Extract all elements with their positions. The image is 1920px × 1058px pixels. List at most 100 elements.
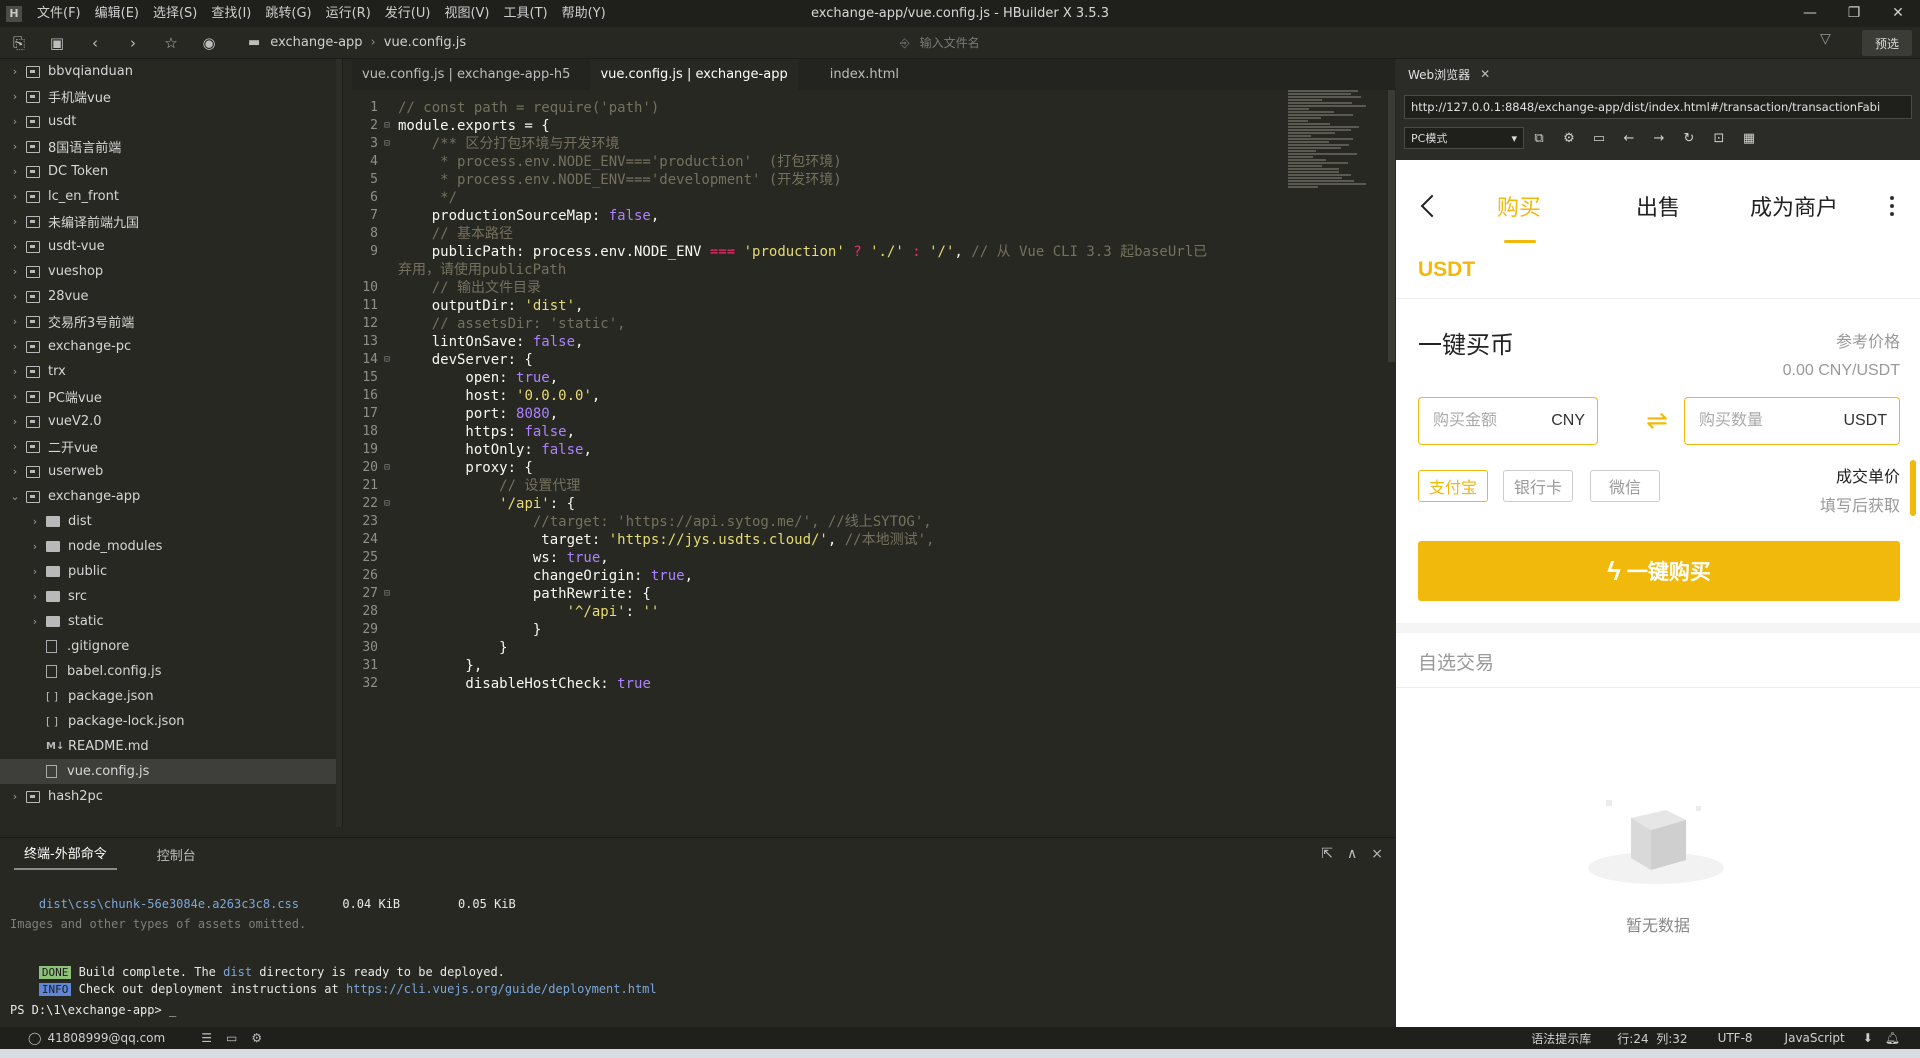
amount-input[interactable] bbox=[1433, 412, 1543, 430]
swap-icon[interactable]: ⇌ bbox=[1646, 405, 1668, 436]
sidebar-item[interactable]: [ ] package.json bbox=[0, 684, 342, 709]
run-icon[interactable]: ◉ bbox=[195, 29, 223, 57]
settings-icon[interactable]: ⚙ bbox=[251, 1031, 262, 1045]
sidebar-item[interactable]: › userweb bbox=[0, 459, 342, 484]
devtools-icon[interactable]: ▭ bbox=[1584, 131, 1614, 146]
menu-tools[interactable]: 工具(T) bbox=[497, 0, 555, 27]
sidebar-item[interactable]: › node_modules bbox=[0, 534, 342, 559]
tab-become-merchant[interactable]: 成为商户 bbox=[1750, 190, 1838, 222]
terminal-prompt[interactable]: PS D:\1\exchange-app> _ bbox=[10, 1003, 176, 1017]
fold-icon[interactable]: ⊟ bbox=[384, 457, 390, 479]
star-icon[interactable]: ☆ bbox=[157, 29, 185, 57]
back-arrow-icon[interactable]: ‹ bbox=[81, 29, 109, 57]
chevron-right-icon[interactable]: › bbox=[8, 315, 22, 328]
chevron-right-icon[interactable]: › bbox=[8, 115, 22, 128]
chevron-right-icon[interactable]: › bbox=[8, 65, 22, 78]
tab-console[interactable]: 控制台 bbox=[147, 845, 206, 870]
terminal-icon[interactable]: ▭ bbox=[226, 1031, 237, 1045]
sidebar-item[interactable]: › 8国语言前端 bbox=[0, 134, 342, 159]
menu-help[interactable]: 帮助(Y) bbox=[555, 0, 613, 27]
menu-find[interactable]: 查找(I) bbox=[204, 0, 258, 27]
preview-button[interactable]: 预选 bbox=[1862, 30, 1912, 56]
language-mode[interactable]: JavaScript bbox=[1785, 1031, 1845, 1045]
sidebar-item[interactable]: › 未编译前端九国 bbox=[0, 209, 342, 234]
chevron-right-icon[interactable]: › bbox=[28, 565, 42, 578]
sidebar-item[interactable]: › src bbox=[0, 584, 342, 609]
menu-edit[interactable]: 编辑(E) bbox=[88, 0, 146, 27]
sidebar-item[interactable]: › trx bbox=[0, 359, 342, 384]
chevron-right-icon[interactable]: › bbox=[8, 240, 22, 253]
menu-select[interactable]: 选择(S) bbox=[146, 0, 204, 27]
menu-run[interactable]: 运行(R) bbox=[319, 0, 378, 27]
filter-icon[interactable]: ▽ bbox=[1820, 31, 1831, 47]
chevron-right-icon[interactable]: › bbox=[28, 540, 42, 553]
pay-alipay-button[interactable]: 支付宝 bbox=[1418, 470, 1488, 502]
chevron-right-icon[interactable]: › bbox=[8, 190, 22, 203]
fold-icon[interactable]: ⊟ bbox=[384, 349, 390, 371]
more-vertical-icon[interactable] bbox=[1890, 196, 1894, 216]
bell-icon[interactable]: 🔔︎ bbox=[1885, 1031, 1900, 1045]
sidebar-item[interactable]: › 28vue bbox=[0, 284, 342, 309]
chevron-right-icon[interactable]: › bbox=[28, 590, 42, 603]
minimize-button[interactable]: — bbox=[1788, 0, 1832, 27]
menu-file[interactable]: 文件(F) bbox=[30, 0, 88, 27]
forward-icon[interactable]: → bbox=[1644, 131, 1674, 146]
sidebar-item[interactable]: › vueV2.0 bbox=[0, 409, 342, 434]
tab-buy[interactable]: 购买 bbox=[1497, 190, 1541, 222]
restore-button[interactable]: ❐ bbox=[1832, 0, 1876, 27]
chevron-right-icon[interactable]: › bbox=[8, 440, 22, 453]
sidebar-item[interactable]: .gitignore bbox=[0, 634, 342, 659]
chevron-right-icon[interactable]: › bbox=[28, 515, 42, 528]
sidebar-item[interactable]: › hash2pc bbox=[0, 784, 342, 809]
chevron-right-icon[interactable]: › bbox=[8, 415, 22, 428]
pay-bankcard-button[interactable]: 银行卡 bbox=[1503, 470, 1573, 502]
sidebar-item[interactable]: › vueshop bbox=[0, 259, 342, 284]
chevron-right-icon[interactable]: › bbox=[8, 365, 22, 378]
chevron-right-icon[interactable]: › bbox=[8, 140, 22, 153]
sidebar-item[interactable]: › exchange-pc bbox=[0, 334, 342, 359]
sidebar-item[interactable]: › PC端vue bbox=[0, 384, 342, 409]
tab-sell[interactable]: 出售 bbox=[1636, 190, 1680, 222]
cursor-position[interactable]: 行:24 列:32 bbox=[1617, 1030, 1687, 1047]
editor-scrollbar[interactable] bbox=[1388, 90, 1395, 362]
chevron-right-icon[interactable]: › bbox=[8, 790, 22, 803]
clear-terminal-icon[interactable]: ⨯ bbox=[1371, 846, 1383, 862]
sidebar-item[interactable]: › usdt bbox=[0, 109, 342, 134]
tab-vue-config-h5[interactable]: vue.config.js | exchange-app-h5 bbox=[352, 59, 580, 90]
fold-icon[interactable]: ⊟ bbox=[384, 493, 390, 515]
sidebar-item[interactable]: ⌄ exchange-app bbox=[0, 484, 342, 509]
sidebar-item[interactable]: › static bbox=[0, 609, 342, 634]
maximize-panel-icon[interactable]: ∧ bbox=[1347, 846, 1357, 862]
sidebar-item[interactable]: [ ] package-lock.json bbox=[0, 709, 342, 734]
sidebar-item[interactable]: babel.config.js bbox=[0, 659, 342, 684]
device-mode-select[interactable]: PC模式 ▾ bbox=[1404, 127, 1524, 149]
chevron-right-icon[interactable]: › bbox=[8, 390, 22, 403]
close-button[interactable]: ✕ bbox=[1876, 0, 1920, 27]
save-icon[interactable]: ▣ bbox=[43, 29, 71, 57]
menu-view[interactable]: 视图(V) bbox=[437, 0, 496, 27]
user-account[interactable]: 41808999@qq.com bbox=[47, 1031, 165, 1045]
browser-tab[interactable]: Web浏览器 ✕ bbox=[1396, 59, 1920, 89]
gear-icon[interactable]: ⚙ bbox=[1554, 131, 1584, 146]
file-encoding[interactable]: UTF-8 bbox=[1718, 1031, 1753, 1045]
code-editor[interactable]: 1// const path = require('path') 2 ⊟ module… bbox=[352, 90, 1282, 827]
chevron-right-icon[interactable]: › bbox=[8, 265, 22, 278]
sidebar-item[interactable]: › dist bbox=[0, 509, 342, 534]
breadcrumb-project[interactable]: exchange-app bbox=[270, 35, 362, 50]
lock-icon[interactable]: ⊡ bbox=[1704, 131, 1734, 146]
fold-icon[interactable]: ⊟ bbox=[384, 133, 390, 155]
menu-goto[interactable]: 跳转(G) bbox=[258, 0, 318, 27]
sidebar-item[interactable]: › 交易所3号前端 bbox=[0, 309, 342, 334]
back-arrow-icon[interactable] bbox=[1421, 195, 1444, 218]
breadcrumb-file[interactable]: vue.config.js bbox=[384, 35, 466, 50]
pay-wechat-button[interactable]: 微信 bbox=[1590, 470, 1660, 502]
qrcode-icon[interactable]: ▦ bbox=[1734, 131, 1764, 146]
chevron-right-icon[interactable]: › bbox=[8, 290, 22, 303]
chevron-right-icon[interactable]: › bbox=[8, 165, 22, 178]
menu-publish[interactable]: 发行(U) bbox=[378, 0, 438, 27]
quick-buy-button[interactable]: ϟ 一键购买 bbox=[1418, 541, 1900, 601]
sidebar-item[interactable]: › DC Token bbox=[0, 159, 342, 184]
quantity-input[interactable] bbox=[1699, 412, 1809, 430]
minimap[interactable] bbox=[1288, 90, 1393, 370]
sidebar-scrollbar[interactable] bbox=[336, 59, 342, 827]
